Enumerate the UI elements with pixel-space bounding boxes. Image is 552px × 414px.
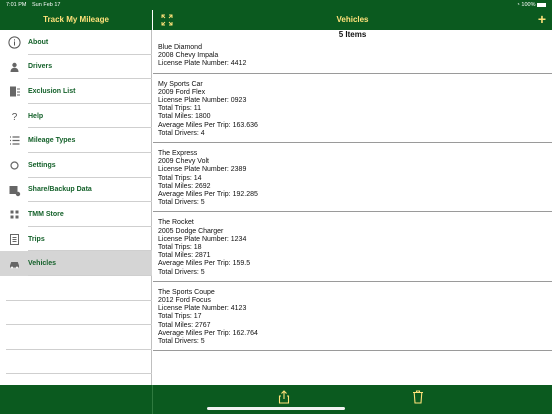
vehicle-detail: Average Miles Per Trip: 192.285 (158, 191, 258, 199)
trash-icon[interactable] (412, 390, 424, 404)
person-icon (8, 61, 21, 74)
main-header: Vehicles + (153, 10, 552, 30)
sidebar-item-about[interactable]: About (0, 30, 152, 55)
vehicle-detail: License Plate Number: 2389 (158, 166, 247, 174)
vehicle-name: Blue Diamond (158, 44, 202, 51)
sidebar-item-settings[interactable]: Settings (0, 153, 152, 178)
vehicle-detail: Total Trips: 18 (158, 244, 202, 252)
vehicle-detail: Total Trips: 14 (158, 174, 202, 182)
car-icon (8, 257, 21, 270)
vehicle-list-item[interactable]: The Sports Coupe 2012 Ford Focus License P… (153, 287, 552, 352)
store-icon (8, 208, 21, 221)
sidebar-item-label: Vehicles (28, 260, 57, 268)
question-icon: ? (8, 110, 21, 123)
battery-percent: 100% (521, 2, 536, 8)
vehicle-detail: Total Miles: 2692 (158, 182, 211, 190)
vehicle-name: The Express (158, 150, 198, 158)
vehicle-detail: Total Drivers: 5 (158, 338, 205, 346)
sidebar-item-label: Exclusion List (28, 87, 76, 95)
battery-icon (537, 2, 546, 7)
share-icon[interactable] (278, 390, 290, 404)
vehicle-detail: Total Drivers: 5 (158, 199, 205, 207)
vehicle-detail: Average Miles Per Trip: 159.5 (158, 260, 251, 268)
list-icon (8, 134, 21, 147)
vehicle-detail: 2009 Ford Flex (158, 88, 206, 96)
empty-row (6, 276, 152, 301)
status-date: Sun Feb 17 (32, 2, 61, 8)
sidebar-item-trips[interactable]: Trips (0, 227, 152, 252)
vehicle-detail: Total Drivers: 5 (158, 268, 205, 276)
share-data-icon (8, 184, 21, 197)
vehicle-list: Blue Diamond 2008 Chevy Impala License Pla… (153, 42, 552, 356)
vehicle-list-item[interactable]: My Sports Car 2009 Ford Flex License Plate… (153, 79, 552, 144)
vehicle-list-item[interactable]: The Express 2009 Chevy Volt License Plate … (153, 148, 552, 213)
vehicle-detail: Total Drivers: 4 (158, 129, 205, 137)
add-vehicle-button[interactable]: + (538, 12, 546, 26)
vehicle-detail: Total Trips: 17 (158, 313, 202, 321)
sidebar-item-label: Settings (28, 161, 56, 169)
sidebar-item-tmm-store[interactable]: TMM Store (0, 202, 152, 227)
home-indicator (207, 407, 345, 410)
vehicle-detail: License Plate Number: 4412 (158, 60, 247, 68)
gear-icon (8, 159, 21, 172)
vehicle-detail: Total Miles: 2767 (158, 321, 211, 329)
wifi-icon: ◔ (516, 2, 520, 8)
sidebar-item-label: Help (28, 112, 44, 120)
vehicle-detail: 2012 Ford Focus (158, 297, 211, 305)
sidebar-item-label: Share/Backup Data (28, 186, 92, 194)
vehicle-name: My Sports Car (158, 80, 203, 88)
empty-row (6, 325, 152, 350)
trips-icon (8, 233, 21, 246)
vehicle-detail: License Plate Number: 1234 (158, 235, 247, 243)
sidebar-item-share-backup-data[interactable]: Share/Backup Data (0, 178, 152, 203)
sidebar-item-label: Trips (28, 235, 45, 243)
toolbar-divider (152, 385, 153, 414)
info-icon (8, 36, 21, 49)
items-count: 5 Items (338, 30, 367, 39)
sidebar-item-mileage-types[interactable]: Mileage Types (0, 128, 152, 153)
vehicle-detail: Average Miles Per Trip: 163.636 (158, 121, 258, 129)
vehicle-name: The Sports Coupe (158, 288, 215, 296)
sidebar: Track My Mileage About Drivers Exclusion L… (0, 0, 152, 414)
status-time: 7:01 PM (6, 2, 27, 8)
sidebar-empty-rows (6, 276, 152, 375)
vehicle-detail: 2005 Dodge Charger (158, 227, 224, 235)
page-title: Vehicles (336, 15, 369, 24)
vehicle-name: The Rocket (158, 219, 194, 227)
vehicle-list-item[interactable]: Blue Diamond 2008 Chevy Impala License Pla… (153, 42, 552, 74)
sidebar-item-vehicles[interactable]: Vehicles (0, 251, 152, 276)
sidebar-item-exclusion-list[interactable]: Exclusion List (0, 79, 152, 104)
vehicle-detail: Average Miles Per Trip: 162.764 (158, 329, 258, 337)
vehicle-detail: Total Trips: 11 (158, 105, 202, 113)
sidebar-item-label: About (28, 38, 49, 46)
vehicle-detail: License Plate Number: 0923 (158, 97, 247, 105)
sidebar-item-help[interactable]: ? Help (0, 104, 152, 129)
sidebar-title: Track My Mileage (0, 10, 152, 30)
vehicle-detail: Total Miles: 2871 (158, 252, 211, 260)
sidebar-item-drivers[interactable]: Drivers (0, 55, 152, 80)
sidebar-menu: About Drivers Exclusion List? Help Mileage T… (0, 30, 152, 276)
sidebar-item-label: Mileage Types (28, 137, 76, 145)
svg-text:?: ? (12, 112, 18, 123)
status-bar: 7:01 PM Sun Feb 17 ◔ 100% (0, 0, 552, 10)
sidebar-item-label: Drivers (28, 63, 53, 71)
vehicle-list-item[interactable]: The Rocket 2005 Dodge Charger License Plat… (153, 217, 552, 282)
sidebar-item-label: TMM Store (28, 210, 64, 218)
empty-row (6, 350, 152, 375)
vehicle-detail: 2009 Chevy Volt (158, 158, 209, 166)
vehicle-detail: Total Miles: 1800 (158, 113, 211, 121)
exclusion-icon (8, 85, 21, 98)
vehicle-detail: License Plate Number: 4123 (158, 305, 247, 313)
empty-row (6, 301, 152, 326)
vehicle-detail: 2008 Chevy Impala (158, 52, 219, 60)
